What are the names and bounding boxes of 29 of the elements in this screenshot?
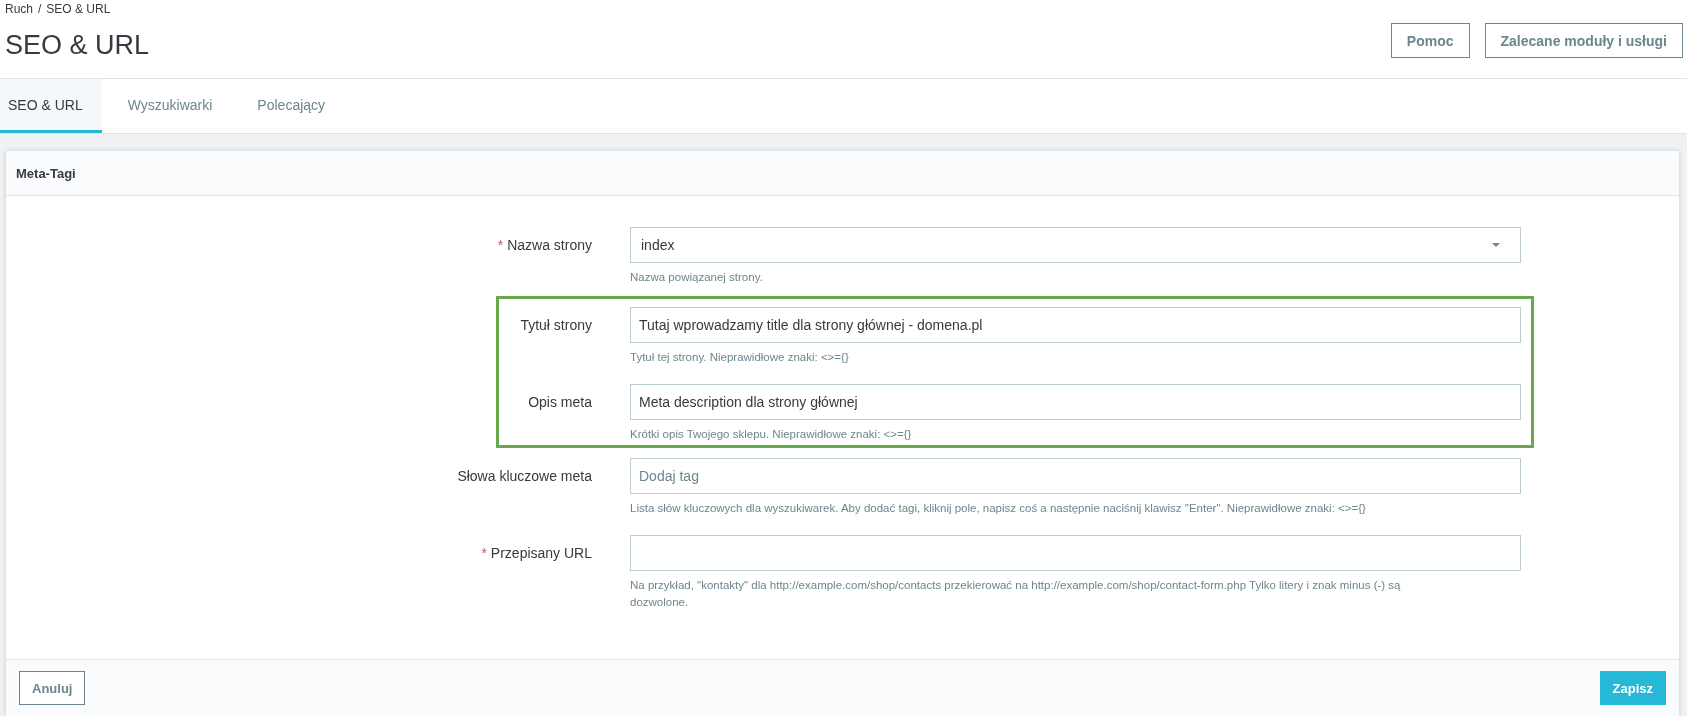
breadcrumb-link[interactable]: SEO & URL xyxy=(46,2,111,16)
field-label: Nazwa strony xyxy=(507,237,592,253)
field-hint: Tytuł tej strony. Nieprawidłowe znaki: <>={} xyxy=(630,350,850,365)
field-label: Opis meta xyxy=(528,394,592,410)
cancel-button[interactable]: Anuluj xyxy=(19,671,86,705)
field-hint: Na przykład, "kontakty" dla http://example.com/shop/contacts przekierować na http://example.com/shop/contact-form.php Tylko litery i znak minus (-) są dozwolone. xyxy=(630,578,1402,610)
tab[interactable]: Wyszukiwarki xyxy=(119,79,232,133)
required-mark: * xyxy=(497,237,504,253)
toolbar-button[interactable]: Zalecane moduły i usługi xyxy=(1484,23,1683,58)
field-hint: Lista słów kluczowych dla wyszukiwarek. Aby dodać tagi, kliknij pole, napisz coś a następnie naciśnij klawisz "Enter". Nieprawidłowe znaki: <>={} xyxy=(630,501,1367,516)
tab[interactable]: SEO & URL xyxy=(0,79,102,133)
select-field[interactable]: index xyxy=(630,227,1521,263)
breadcrumb-link[interactable]: Ruch xyxy=(5,2,33,16)
caret-icon xyxy=(1492,243,1500,247)
toolbar-button[interactable]: Pomoc xyxy=(1390,23,1470,58)
panel-title: Meta-Tagi xyxy=(16,165,76,181)
field-hint: Krótki opis Twojego sklepu. Nieprawidłowe znaki: <>={} xyxy=(630,427,913,442)
tab[interactable]: Polecający xyxy=(249,79,345,133)
input-field[interactable]: Tutaj wprowadzamy title dla strony głównej - domena.pl xyxy=(630,307,1521,343)
page-title: SEO & URL xyxy=(5,30,150,61)
field-hint: Nazwa powiązanej strony. xyxy=(630,270,764,285)
input-field[interactable] xyxy=(630,535,1521,571)
field-label: Przepisany URL xyxy=(490,545,592,561)
field-label: Słowa kluczowe meta xyxy=(457,468,592,484)
required-mark: * xyxy=(481,545,487,561)
tag-input-field[interactable]: Dodaj tag xyxy=(630,458,1521,494)
field-label: Tytuł strony xyxy=(520,317,592,333)
input-field[interactable]: Meta description dla strony głównej xyxy=(630,384,1521,420)
breadcrumb-separator: / xyxy=(38,2,42,16)
